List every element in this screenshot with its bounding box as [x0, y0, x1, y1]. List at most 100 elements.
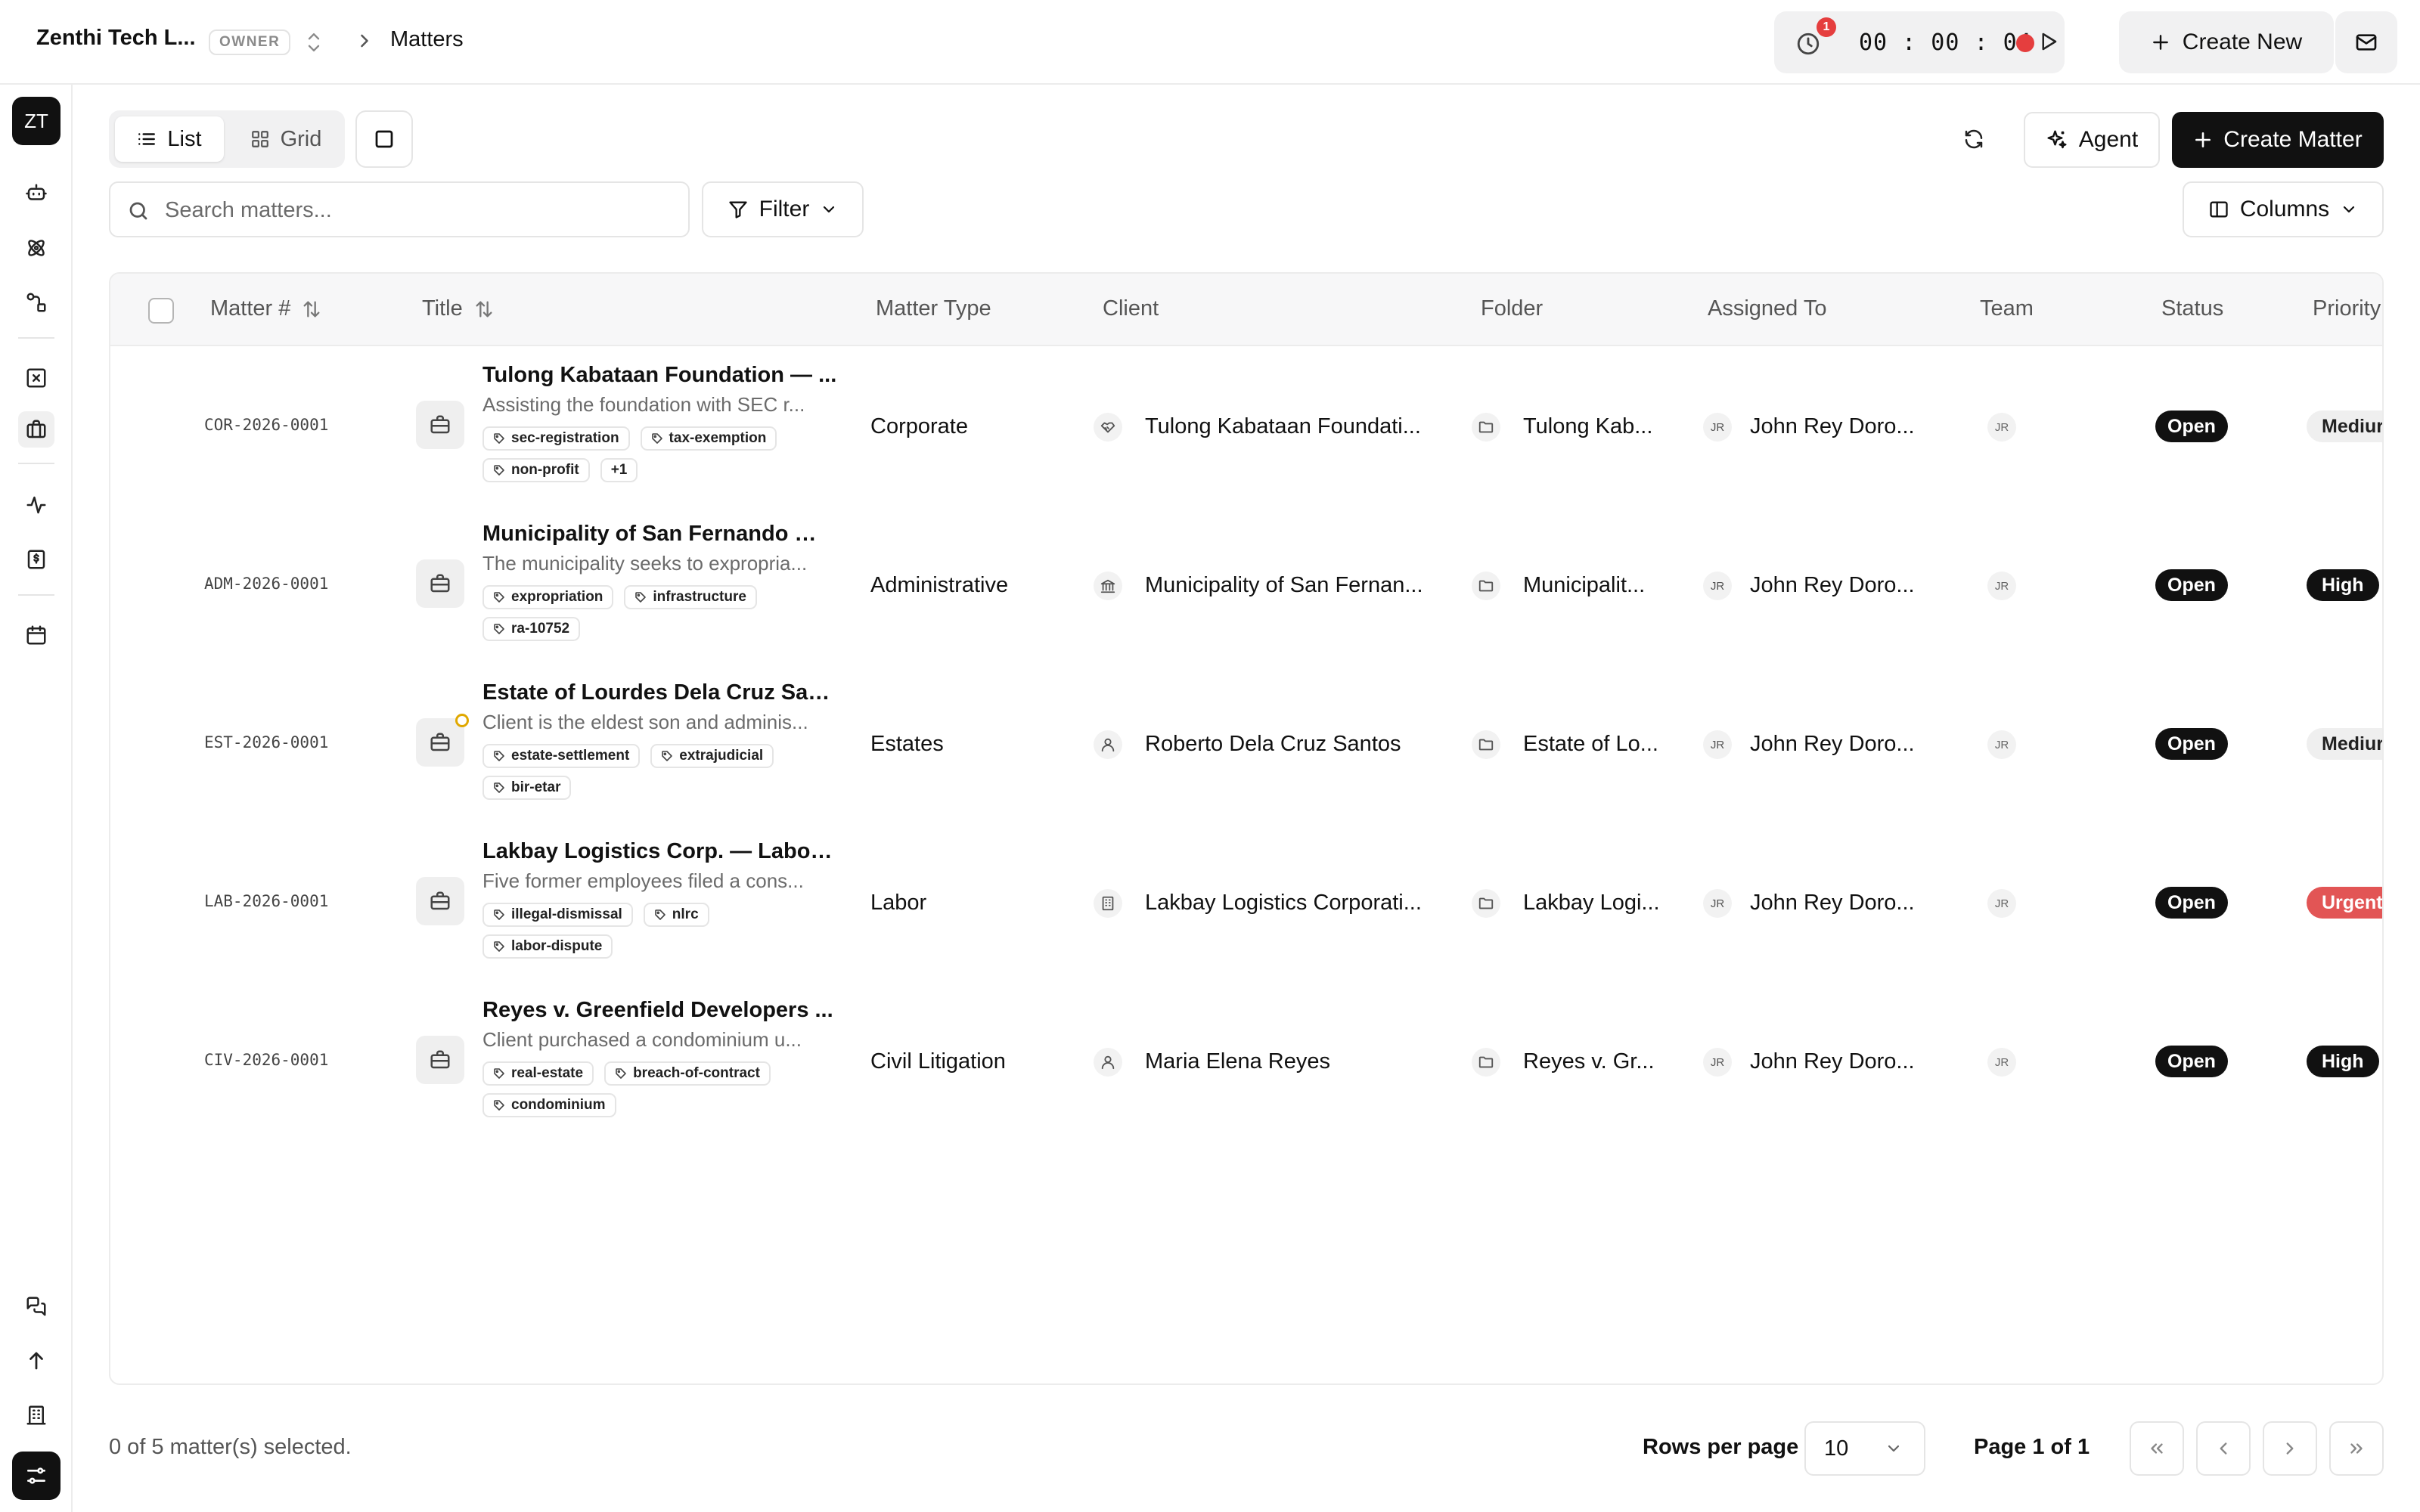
tag-icon	[493, 782, 505, 794]
matter-description: Five former employees filed a cons...	[482, 869, 804, 892]
folder-name[interactable]: Estate of Lo...	[1523, 732, 1668, 757]
client-name[interactable]: Roberto Dela Cruz Santos	[1145, 732, 1447, 757]
matter-title[interactable]: Estate of Lourdes Dela Cruz San...	[482, 680, 838, 705]
tag-label: infrastructure	[653, 589, 746, 605]
calendar-icon[interactable]	[18, 617, 54, 653]
mail-button[interactable]	[2335, 11, 2397, 73]
building-icon[interactable]	[18, 1397, 54, 1433]
folder-name[interactable]: Tulong Kab...	[1523, 414, 1668, 439]
tag-chip[interactable]: labor-dispute	[482, 934, 613, 959]
priority-badge: Urgent	[2307, 887, 2382, 919]
tag-chip[interactable]: expropriation	[482, 585, 614, 609]
client-name[interactable]: Municipality of San Fernan...	[1145, 573, 1447, 598]
create-new-button[interactable]: Create New	[2119, 11, 2334, 73]
matter-type: Corporate	[870, 414, 968, 438]
columns-button[interactable]: Columns	[2183, 181, 2384, 237]
breadcrumb[interactable]: Matters	[390, 27, 464, 52]
table-row[interactable]: COR-2026-0001 Tulong Kabataan Foundation …	[110, 346, 2382, 505]
record-dot-icon[interactable]	[2016, 34, 2034, 52]
square-x-icon[interactable]	[18, 360, 54, 396]
tag-chip[interactable]: +1	[600, 458, 638, 482]
tag-chip[interactable]: estate-settlement	[482, 744, 641, 768]
workspace-logo[interactable]: ZT	[12, 97, 60, 145]
last-page-button[interactable]	[2329, 1421, 2384, 1476]
arrow-up-icon[interactable]	[18, 1343, 54, 1379]
tag-chip[interactable]: non-profit	[482, 458, 590, 482]
matter-title[interactable]: Reyes v. Greenfield Developers ...	[482, 998, 838, 1023]
previous-page-button[interactable]	[2196, 1421, 2251, 1476]
matter-number[interactable]: COR-2026-0001	[204, 416, 328, 434]
priority-badge: High	[2307, 569, 2379, 601]
chevron-left-icon	[2214, 1439, 2233, 1458]
team-avatar: JR	[1987, 413, 2016, 442]
plus-icon	[2151, 33, 2170, 52]
matter-number[interactable]: LAB-2026-0001	[204, 892, 328, 910]
atom-icon[interactable]	[18, 230, 54, 266]
tag-chip[interactable]: real-estate	[482, 1061, 594, 1086]
matter-number[interactable]: ADM-2026-0001	[204, 575, 328, 593]
rows-per-page-label: Rows per page	[1643, 1435, 1799, 1459]
grid-icon	[250, 129, 270, 149]
table-row[interactable]: ADM-2026-0001 Municipality of San Fernand…	[110, 505, 2382, 664]
next-page-button[interactable]	[2263, 1421, 2317, 1476]
search-input[interactable]	[165, 194, 679, 227]
sort-icon[interactable]	[473, 299, 495, 320]
assignee-name: John Rey Doro...	[1750, 732, 1915, 756]
grid-view-button[interactable]: Grid	[233, 116, 339, 162]
tag-chip[interactable]: illegal-dismissal	[482, 903, 633, 927]
tag-icon	[615, 1067, 627, 1080]
matter-title[interactable]: Tulong Kabataan Foundation — ...	[482, 363, 838, 388]
bot-icon[interactable]	[18, 175, 54, 212]
tag-chip[interactable]: bir-etar	[482, 776, 572, 800]
filter-button[interactable]: Filter	[702, 181, 864, 237]
workflow-icon[interactable]	[18, 284, 54, 321]
activity-icon[interactable]	[18, 487, 54, 523]
client-name[interactable]: Maria Elena Reyes	[1145, 1049, 1447, 1074]
matter-title[interactable]: Municipality of San Fernando — ...	[482, 522, 838, 547]
tag-icon	[651, 432, 663, 445]
chevrons-up-down-icon[interactable]	[302, 29, 325, 56]
assignee-name: John Rey Doro...	[1750, 1049, 1915, 1074]
agent-button[interactable]: Agent	[2024, 112, 2160, 168]
sort-icon[interactable]	[301, 299, 322, 320]
folder-name[interactable]: Lakbay Logi...	[1523, 891, 1668, 916]
folder-name[interactable]: Reyes v. Gr...	[1523, 1049, 1668, 1074]
tag-chip[interactable]: nlrc	[643, 903, 709, 927]
chat-icon[interactable]	[18, 1288, 54, 1325]
folder-name[interactable]: Municipalit...	[1523, 573, 1668, 598]
clock-icon[interactable]	[1795, 31, 1821, 57]
tag-label: breach-of-contract	[633, 1065, 760, 1081]
tag-chip[interactable]: extrajudicial	[650, 744, 774, 768]
header-title[interactable]: Title	[422, 296, 495, 321]
list-view-button[interactable]: List	[115, 116, 224, 162]
team-avatar: JR	[1987, 730, 2016, 759]
client-name[interactable]: Lakbay Logistics Corporati...	[1145, 891, 1447, 916]
create-matter-button[interactable]: Create Matter	[2172, 112, 2384, 168]
tag-icon	[493, 940, 505, 953]
matter-number[interactable]: CIV-2026-0001	[204, 1051, 328, 1069]
header-matter-number[interactable]: Matter #	[210, 296, 322, 321]
dollar-receipt-icon[interactable]	[18, 541, 54, 578]
table-row[interactable]: LAB-2026-0001 Lakbay Logistics Corp. — La…	[110, 823, 2382, 981]
rows-per-page-select[interactable]: 10	[1804, 1421, 1925, 1476]
tag-chip[interactable]: breach-of-contract	[604, 1061, 771, 1086]
tag-chip[interactable]: condominium	[482, 1093, 616, 1117]
tag-chip[interactable]: ra-10752	[482, 617, 581, 641]
tag-chip[interactable]: sec-registration	[482, 426, 630, 451]
list-view-label: List	[167, 126, 202, 151]
client-name[interactable]: Tulong Kabataan Foundati...	[1145, 414, 1447, 439]
briefcase-icon[interactable]	[18, 411, 54, 448]
tag-chip[interactable]: infrastructure	[624, 585, 757, 609]
settings-sliders-icon[interactable]	[12, 1452, 60, 1500]
select-all-checkbox[interactable]	[148, 298, 174, 324]
workspace-name[interactable]: Zenthi Tech L...	[36, 26, 196, 51]
table-row[interactable]: EST-2026-0001 Estate of Lourdes Dela Cruz…	[110, 664, 2382, 823]
table-row[interactable]: CIV-2026-0001 Reyes v. Greenfield Develop…	[110, 981, 2382, 1140]
first-page-button[interactable]	[2130, 1421, 2184, 1476]
play-icon[interactable]	[2037, 30, 2059, 53]
refresh-icon[interactable]	[1954, 119, 1993, 159]
matter-title[interactable]: Lakbay Logistics Corp. — Labor ...	[482, 839, 838, 864]
matter-number[interactable]: EST-2026-0001	[204, 733, 328, 751]
panel-toggle-button[interactable]	[355, 110, 413, 168]
tag-chip[interactable]: tax-exemption	[640, 426, 777, 451]
